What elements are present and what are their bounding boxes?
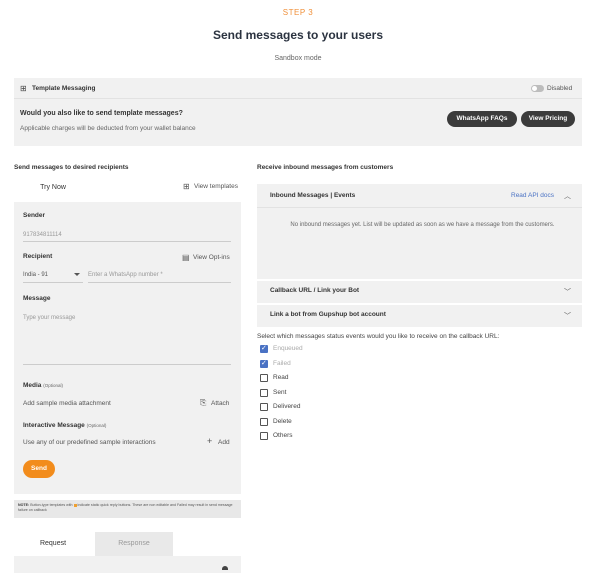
recipient-label: Recipient	[23, 253, 53, 260]
template-messaging-header	[14, 78, 582, 99]
tab-response[interactable]: Response	[95, 532, 173, 556]
template-toggle-state: Disabled	[547, 85, 573, 92]
media-optional: (Optional)	[43, 383, 63, 388]
step-indicator: STEP 3	[282, 8, 314, 17]
chevron-down-icon[interactable]	[74, 273, 80, 276]
template-subtext: Applicable charges will be deducted from…	[20, 125, 196, 132]
paperclip-icon[interactable]: ⎘	[200, 398, 206, 408]
tab-request[interactable]: Request	[14, 532, 92, 556]
note-part1: Button-type templates with	[30, 503, 73, 507]
gupshup-bot-title[interactable]: Link a bot from Gupshup bot account	[270, 311, 386, 318]
status-question: Select which messages status events woul…	[257, 333, 500, 340]
status-label: Failed	[273, 360, 291, 367]
message-underline	[23, 364, 231, 365]
interactive-optional: (Optional)	[86, 423, 107, 428]
message-label: Message	[23, 295, 51, 302]
note-part2: indicate static quick reply buttons. The…	[77, 503, 176, 507]
view-pricing-button[interactable]: View Pricing	[521, 111, 575, 127]
status-label: Others	[273, 432, 293, 439]
status-label: Delivered	[273, 403, 301, 410]
status-label: Sent	[273, 389, 287, 396]
view-templates-link[interactable]: View templates	[194, 183, 238, 190]
read-api-docs-link[interactable]: Read API docs	[511, 192, 554, 199]
chevron-down-icon[interactable]: ﹀	[564, 287, 571, 297]
contacts-icon[interactable]: ▤	[182, 253, 190, 262]
send-section-title: Send messages to desired recipients	[14, 164, 129, 171]
chevron-up-icon[interactable]: ︿	[564, 191, 571, 201]
checkbox[interactable]	[260, 389, 268, 397]
sender-underline	[23, 241, 231, 242]
interactive-label: Interactive Message (Optional)	[23, 422, 106, 429]
status-label: Read	[273, 374, 289, 381]
checkbox[interactable]	[260, 418, 268, 426]
template-messaging-label: Template Messaging	[32, 85, 96, 92]
note-prefix: NOTE:	[18, 503, 30, 507]
number-underline	[88, 282, 231, 283]
tab-bar	[92, 178, 241, 202]
checkbox[interactable]	[260, 403, 268, 411]
template-question: Would you also like to send template mes…	[20, 110, 183, 117]
template-icon[interactable]: ⊞	[183, 182, 190, 191]
chevron-down-icon[interactable]: ﹀	[564, 311, 571, 321]
status-label: Enqueued	[273, 345, 303, 352]
message-textarea[interactable]: Type your message	[23, 315, 75, 321]
quick-reply-swatch	[73, 503, 77, 507]
checkbox[interactable]	[260, 344, 268, 353]
sender-field[interactable]: 917834811114	[23, 232, 62, 238]
scroll-handle[interactable]	[222, 566, 228, 570]
mode-label: Sandbox mode	[274, 55, 322, 62]
attach-button[interactable]: Attach	[211, 400, 229, 407]
checkbox[interactable]	[260, 359, 268, 368]
whatsapp-number-input[interactable]: Enter a WhatsApp number *	[88, 272, 163, 278]
media-label: Media (Optional)	[23, 382, 63, 389]
inbound-empty-message: No inbound messages yet. List will be up…	[290, 222, 555, 228]
interactive-text: Use any of our predefined sample interac…	[23, 439, 156, 446]
country-code-select[interactable]: India - 91	[23, 272, 48, 278]
interactive-label-text: Interactive Message	[23, 422, 85, 429]
status-label: Delete	[273, 418, 292, 425]
media-label-text: Media	[23, 382, 42, 389]
note-banner: NOTE: Button-type templates with indicat…	[14, 500, 241, 518]
request-panel	[14, 556, 241, 573]
callback-url-title[interactable]: Callback URL / Link your Bot	[270, 287, 359, 294]
template-toggle[interactable]	[531, 85, 544, 92]
send-form-panel	[14, 202, 241, 494]
template-icon: ⊞	[20, 84, 27, 93]
country-code-underline	[23, 282, 83, 283]
checkbox[interactable]	[260, 432, 268, 440]
inbound-messages-title[interactable]: Inbound Messages | Events	[270, 192, 355, 199]
whatsapp-faqs-button[interactable]: WhatsApp FAQs	[447, 111, 517, 127]
page-title: Send messages to your users	[212, 28, 384, 42]
media-text: Add sample media attachment	[23, 400, 111, 407]
send-button[interactable]: Send	[23, 460, 55, 478]
tab-try-now[interactable]: Try Now	[14, 178, 92, 202]
plus-icon[interactable]: +	[207, 436, 212, 446]
add-interaction-button[interactable]: Add	[218, 439, 230, 446]
sender-label: Sender	[23, 212, 46, 219]
view-optins-link[interactable]: View Opt-ins	[193, 254, 230, 261]
receive-section-title: Receive inbound messages from customers	[257, 164, 394, 171]
checkbox[interactable]	[260, 374, 268, 382]
